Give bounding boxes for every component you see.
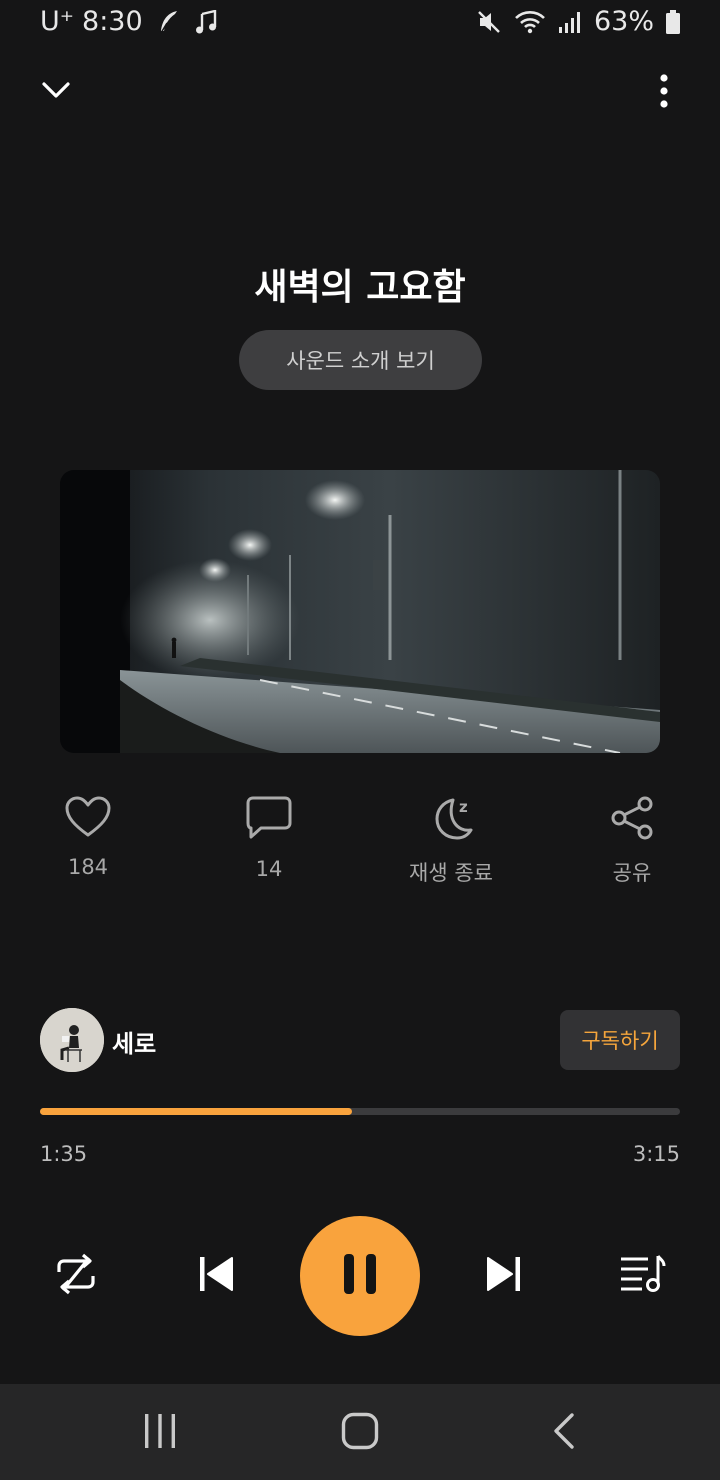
- share-action[interactable]: 공유: [562, 795, 702, 887]
- sound-intro-button[interactable]: 사운드 소개 보기: [239, 330, 482, 390]
- svg-text:z: z: [459, 798, 468, 816]
- collapse-button[interactable]: [30, 70, 82, 114]
- recent-apps-button[interactable]: [130, 1408, 190, 1458]
- pause-icon: [342, 1253, 378, 1299]
- carrier-label: U⁺: [40, 6, 75, 37]
- skip-next-icon: [484, 1255, 524, 1297]
- home-icon: [341, 1412, 379, 1454]
- battery-percent: 63%: [593, 6, 654, 37]
- status-left: U⁺ 8:30: [40, 6, 217, 37]
- total-time: 3:15: [632, 1142, 680, 1166]
- moon-icon: z: [427, 795, 475, 845]
- signal-icon: [558, 10, 582, 34]
- elapsed-time: 1:35: [40, 1142, 88, 1166]
- share-label: 공유: [612, 861, 652, 885]
- playlist-icon: [618, 1254, 666, 1298]
- pause-button[interactable]: [300, 1216, 420, 1336]
- mute-icon: [476, 9, 502, 35]
- repeat-icon: [53, 1252, 99, 1300]
- comment-action[interactable]: 14: [199, 795, 339, 881]
- share-icon: [609, 795, 655, 845]
- battery-icon: [666, 9, 680, 34]
- more-menu-button[interactable]: [642, 66, 686, 120]
- sleep-timer-action[interactable]: z 재생 종료: [381, 795, 521, 887]
- previous-button[interactable]: [186, 1246, 246, 1306]
- more-vertical-icon: [659, 74, 669, 112]
- music-note-icon: [195, 9, 217, 34]
- artist-avatar[interactable]: [40, 1008, 104, 1072]
- status-right: 63%: [476, 6, 680, 37]
- status-bar: U⁺ 8:30 63%: [0, 0, 720, 50]
- recent-apps-icon: [143, 1413, 177, 1453]
- like-action[interactable]: 184: [18, 795, 158, 879]
- progress-fill: [40, 1108, 352, 1115]
- comment-count: 14: [255, 857, 283, 881]
- progress-bar[interactable]: [40, 1108, 680, 1115]
- system-nav-bar: [0, 1384, 720, 1480]
- track-title: 새벽의 고요함: [254, 267, 466, 308]
- comment-icon: [245, 795, 293, 845]
- back-icon: [552, 1412, 576, 1454]
- like-count: 184: [67, 855, 109, 879]
- home-button[interactable]: [330, 1408, 390, 1458]
- chevron-down-icon: [41, 81, 71, 103]
- subscribe-button[interactable]: 구독하기: [560, 1010, 680, 1070]
- back-button[interactable]: [534, 1408, 594, 1458]
- next-button[interactable]: [474, 1246, 534, 1306]
- status-time: 8:30: [82, 6, 143, 37]
- wifi-icon: [514, 9, 546, 35]
- playlist-button[interactable]: [612, 1246, 672, 1306]
- sleep-timer-label: 재생 종료: [409, 861, 493, 885]
- repeat-button[interactable]: [46, 1246, 106, 1306]
- artist-name[interactable]: 세로: [112, 1024, 156, 1059]
- heart-icon: [64, 795, 112, 843]
- feather-icon: [157, 9, 181, 35]
- track-artwork: [60, 470, 660, 753]
- skip-previous-icon: [196, 1255, 236, 1297]
